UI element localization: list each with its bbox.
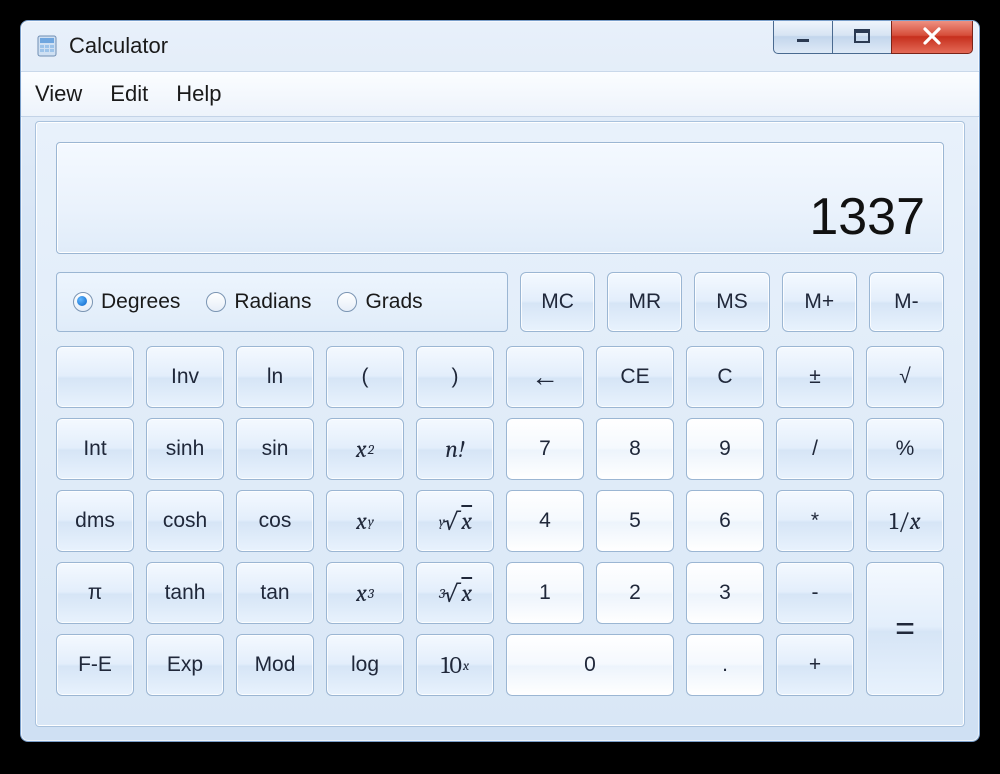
title-bar: Calculator: [21, 21, 979, 71]
memory-clear-button[interactable]: MC: [520, 272, 595, 332]
window-controls: [774, 20, 973, 54]
add-button[interactable]: +: [776, 634, 854, 696]
memory-add-button[interactable]: M+: [782, 272, 857, 332]
sin-button[interactable]: sin: [236, 418, 314, 480]
digit-7-button[interactable]: 7: [506, 418, 584, 480]
divide-button[interactable]: /: [776, 418, 854, 480]
fe-button[interactable]: F-E: [56, 634, 134, 696]
ln-button[interactable]: ln: [236, 346, 314, 408]
digit-9-button[interactable]: 9: [686, 418, 764, 480]
memory-recall-button[interactable]: MR: [607, 272, 682, 332]
menu-help[interactable]: Help: [176, 81, 221, 107]
int-button[interactable]: Int: [56, 418, 134, 480]
digit-0-button[interactable]: 0: [506, 634, 674, 696]
cube-root-button[interactable]: 3√x: [416, 562, 494, 624]
angle-grads-label: Grads: [365, 290, 422, 314]
menu-edit[interactable]: Edit: [110, 81, 148, 107]
display: 1337: [56, 142, 944, 254]
digit-3-button[interactable]: 3: [686, 562, 764, 624]
minimize-button[interactable]: [773, 20, 833, 54]
memory-subtract-button[interactable]: M-: [869, 272, 944, 332]
blank-button[interactable]: [56, 346, 134, 408]
angle-radians[interactable]: Radians: [206, 290, 311, 314]
rparen-button[interactable]: ): [416, 346, 494, 408]
mod-button[interactable]: Mod: [236, 634, 314, 696]
ten-pow-x-button[interactable]: 10x: [416, 634, 494, 696]
client-area: 1337 Degrees Radians Grads MC MR: [35, 121, 965, 727]
back-arrow-icon: ←: [531, 361, 559, 393]
decimal-button[interactable]: .: [686, 634, 764, 696]
menu-view[interactable]: View: [35, 81, 82, 107]
y-root-button[interactable]: y√x: [416, 490, 494, 552]
subtract-button[interactable]: -: [776, 562, 854, 624]
exp-button[interactable]: Exp: [146, 634, 224, 696]
equals-button[interactable]: =: [866, 562, 944, 696]
sqrt-button[interactable]: √: [866, 346, 944, 408]
close-button[interactable]: [891, 20, 973, 54]
reciprocal-button[interactable]: 1/x: [866, 490, 944, 552]
c-button[interactable]: C: [686, 346, 764, 408]
x-pow-y-button[interactable]: xy: [326, 490, 404, 552]
tanh-button[interactable]: tanh: [146, 562, 224, 624]
x-cubed-button[interactable]: x3: [326, 562, 404, 624]
memory-store-button[interactable]: MS: [694, 272, 769, 332]
maximize-button[interactable]: [832, 20, 892, 54]
angle-radians-label: Radians: [234, 290, 311, 314]
angle-mode-pane: Degrees Radians Grads: [56, 272, 508, 332]
backspace-button[interactable]: ←: [506, 346, 584, 408]
radio-icon: [337, 292, 357, 312]
tan-button[interactable]: tan: [236, 562, 314, 624]
angle-grads[interactable]: Grads: [337, 290, 422, 314]
window-title: Calculator: [69, 33, 168, 59]
factorial-button[interactable]: n!: [416, 418, 494, 480]
digit-6-button[interactable]: 6: [686, 490, 764, 552]
cos-button[interactable]: cos: [236, 490, 314, 552]
calculator-icon: [35, 34, 59, 58]
sinh-button[interactable]: sinh: [146, 418, 224, 480]
digit-8-button[interactable]: 8: [596, 418, 674, 480]
x-squared-button[interactable]: x2: [326, 418, 404, 480]
angle-degrees-label: Degrees: [101, 290, 180, 314]
digit-4-button[interactable]: 4: [506, 490, 584, 552]
calculator-window: Calculator View Edit Help 1337 Degr: [20, 20, 980, 742]
inv-button[interactable]: Inv: [146, 346, 224, 408]
digit-2-button[interactable]: 2: [596, 562, 674, 624]
digit-1-button[interactable]: 1: [506, 562, 584, 624]
menu-bar: View Edit Help: [21, 71, 979, 117]
display-value: 1337: [809, 187, 925, 247]
cosh-button[interactable]: cosh: [146, 490, 224, 552]
lparen-button[interactable]: (: [326, 346, 404, 408]
pi-button[interactable]: π: [56, 562, 134, 624]
dms-button[interactable]: dms: [56, 490, 134, 552]
angle-degrees[interactable]: Degrees: [73, 290, 180, 314]
radio-icon: [206, 292, 226, 312]
log-button[interactable]: log: [326, 634, 404, 696]
percent-button[interactable]: %: [866, 418, 944, 480]
digit-5-button[interactable]: 5: [596, 490, 674, 552]
ce-button[interactable]: CE: [596, 346, 674, 408]
plus-minus-button[interactable]: ±: [776, 346, 854, 408]
radio-icon: [73, 292, 93, 312]
multiply-button[interactable]: *: [776, 490, 854, 552]
